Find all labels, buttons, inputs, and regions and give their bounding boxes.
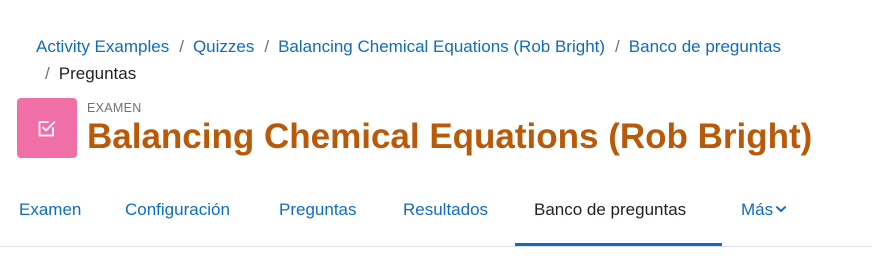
checkbox-check-icon <box>38 121 56 137</box>
page-title: Balancing Chemical Equations (Rob Bright… <box>87 117 813 156</box>
breadcrumb-separator: / <box>615 37 620 56</box>
tab-configuracion[interactable]: Configuración <box>106 186 249 244</box>
breadcrumb-separator: / <box>179 37 184 56</box>
tab-mas[interactable]: Más <box>722 186 805 244</box>
title-block: EXAMEN Balancing Chemical Equations (Rob… <box>87 98 812 157</box>
breadcrumb-link-quiz[interactable]: Balancing Chemical Equations (Rob Bright… <box>278 37 605 56</box>
activity-type-label: EXAMEN <box>87 101 142 115</box>
breadcrumb-link-activity-examples[interactable]: Activity Examples <box>36 37 169 56</box>
tab-preguntas[interactable]: Preguntas <box>260 186 376 244</box>
tab-resultados[interactable]: Resultados <box>384 186 507 244</box>
breadcrumb-current: Preguntas <box>58 64 137 83</box>
breadcrumb-link-question-bank[interactable]: Banco de preguntas <box>629 37 781 56</box>
tab-label: Banco de preguntas <box>534 200 687 219</box>
chevron-down-icon <box>776 205 787 212</box>
tab-label: Configuración <box>125 200 230 219</box>
breadcrumb-separator: / <box>45 64 50 83</box>
tab-label: Examen <box>19 200 82 219</box>
page-header: EXAMEN Balancing Chemical Equations (Rob… <box>17 98 812 158</box>
tab-label: Resultados <box>403 200 489 219</box>
secondary-navigation: Examen Configuración Preguntas Resultado… <box>0 186 872 247</box>
breadcrumb: Activity Examples / Quizzes / Balancing Chem… <box>36 33 866 87</box>
tab-banco-de-preguntas[interactable]: Banco de preguntas <box>515 186 722 246</box>
breadcrumb-separator: / <box>264 37 270 56</box>
tab-examen[interactable]: Examen <box>0 186 100 244</box>
breadcrumb-link-quizzes[interactable]: Quizzes <box>193 37 254 56</box>
quiz-checkbox-icon <box>17 98 77 158</box>
tab-label: Más <box>741 200 774 219</box>
tab-label: Preguntas <box>279 200 357 219</box>
